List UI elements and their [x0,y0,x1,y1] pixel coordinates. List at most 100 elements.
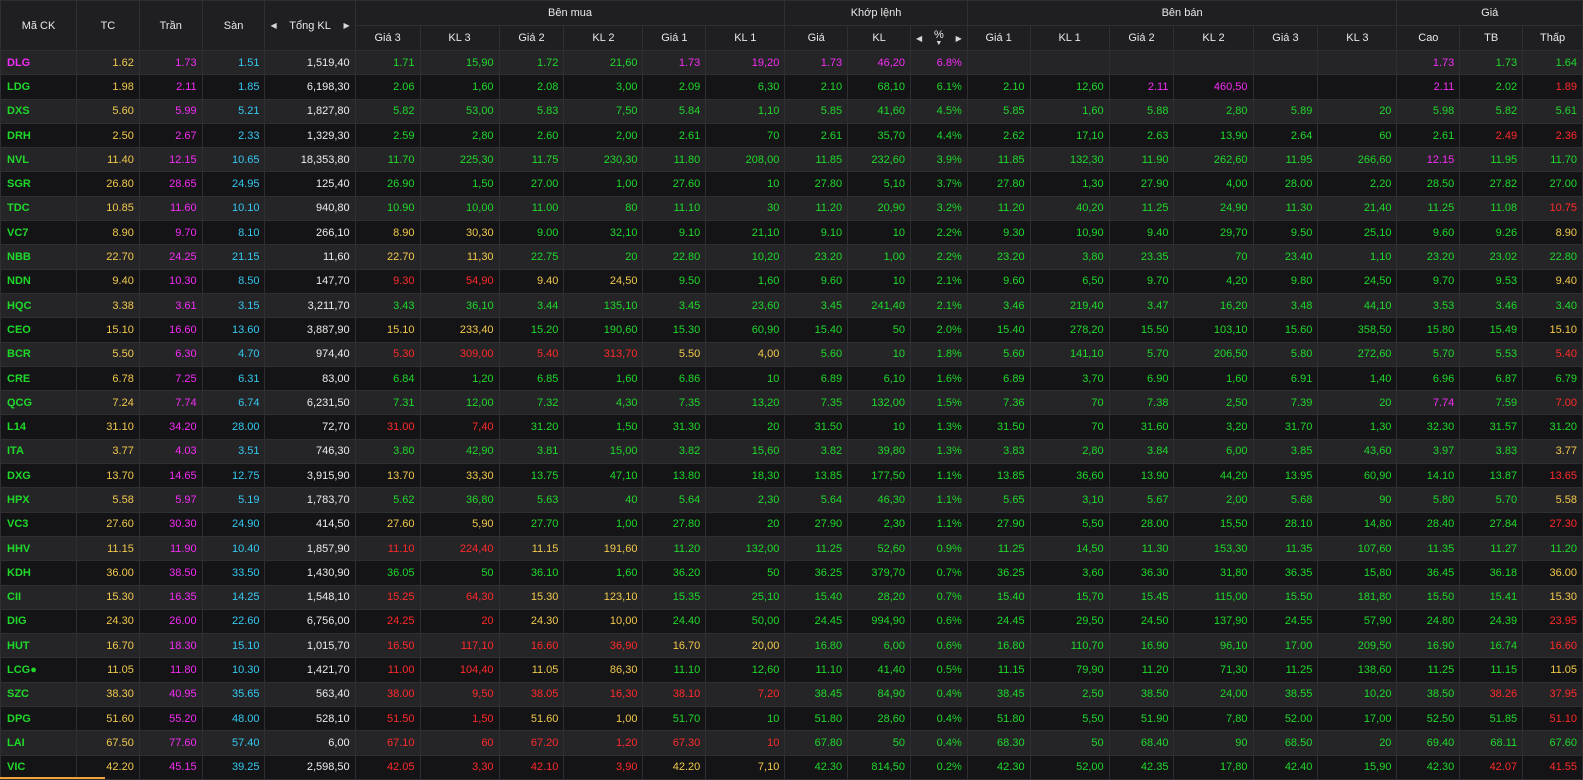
bid-vol-cell: 1,10 [705,98,786,124]
header-ref[interactable]: TC [76,0,140,51]
table-row[interactable]: NDN 9.40 10.30 8.50 147,70 9.30 54,90 9.40 24,50… [0,268,1583,294]
table-row[interactable]: BCR 5.50 6.30 4.70 974,40 5.30 309,00 5.40 313,7… [0,341,1583,367]
table-row[interactable]: ITA 3.77 4.03 3.51 746,30 3.80 42,90 3.81 15,00 3… [0,438,1583,465]
ceil-price-cell: 34.20 [138,414,203,440]
table-row[interactable]: SZC 38.30 40.95 35.65 563,40 38.00 9,50 38.05 16… [0,681,1583,708]
symbol-cell[interactable]: SGR [0,171,77,197]
symbol-cell[interactable]: CEO [0,317,77,343]
ref-price-cell: 67.50 [76,730,140,756]
symbol-cell[interactable]: VC3 [0,511,77,537]
header-buy-4[interactable]: KL 2 [563,25,644,51]
header-price-1[interactable]: Cao [1396,25,1461,51]
symbol-cell[interactable]: NBB [0,244,77,270]
table-row[interactable]: DXG 13.70 14.65 12.75 3,915,90 13.70 33,30 13.7… [0,463,1583,489]
table-row[interactable]: LDG 1.98 2.11 1.85 6,198,30 2.06 1,60 2.08 3,00 2… [0,74,1583,100]
sort-caret-icon[interactable]: ▼ [935,40,942,47]
pct-right-icon[interactable]: ▶ [956,34,962,43]
symbol-cell[interactable]: SZC [0,681,77,708]
pct-left-icon[interactable]: ◀ [916,34,922,43]
header-sell-5[interactable]: Giá 3 [1252,25,1319,51]
table-row[interactable]: CII 15.30 16.35 14.25 1,548,10 15.25 64,30 15.3… [0,584,1583,610]
table-row[interactable]: LAI 67.50 77.60 57.40 6,00 67.10 60 67.20 1,20 67… [0,730,1583,756]
header-symbol[interactable]: Mã CK [0,0,77,51]
symbol-cell[interactable]: DXG [0,463,77,489]
table-row[interactable]: NBB 22.70 24.25 21.15 11,60 22.70 11,30 22.75 20… [0,244,1583,270]
ceil-price-cell: 11.80 [138,657,203,683]
symbol-cell[interactable]: HUT [0,633,77,659]
header-buy-3[interactable]: Giá 2 [498,25,565,51]
symbol-cell[interactable]: DPG [0,706,77,732]
ask-vol-cell: 3,20 [1173,414,1254,440]
table-row[interactable]: HQC 3.38 3.61 3.15 3,211,70 3.43 36,10 3.44 135,… [0,292,1583,319]
ask-price-cell: 11.90 [1108,147,1175,173]
symbol-cell[interactable]: DRH [0,122,77,149]
symbol-cell[interactable]: DLG [0,49,77,76]
symbol-cell[interactable]: QCG [0,390,77,416]
symbol-cell[interactable]: TDC [0,195,77,222]
symbol-cell[interactable]: ITA [0,438,77,465]
table-row[interactable]: VC3 27.60 30.30 24.90 414,50 27.60 5,90 27.70 1,… [0,511,1583,537]
header-buy-6[interactable]: KL 1 [705,25,786,51]
ask-price-cell: 11.25 [1252,657,1319,683]
header-sell-6[interactable]: KL 3 [1317,25,1398,51]
symbol-cell[interactable]: LCG● [0,657,77,683]
symbol-cell[interactable]: DXS [0,98,77,124]
ask-vol-cell: 3,60 [1029,560,1110,586]
table-row[interactable]: LCG● 11.05 11.80 10.30 1,421,70 11.00 104,40 11… [0,657,1583,683]
header-match-pct[interactable]: ◀ % ▼ ▶ [909,25,968,51]
symbol-cell[interactable]: NDN [0,268,77,294]
match-pct-cell: 2.2% [909,220,968,246]
symbol-cell[interactable]: HQC [0,292,77,319]
table-row[interactable]: HUT 16.70 18.30 15.10 1,015,70 16.50 117,10 16.… [0,633,1583,659]
symbol-cell[interactable]: VIC [0,754,77,780]
symbol-cell[interactable]: CII [0,584,77,610]
header-sell-4[interactable]: KL 2 [1173,25,1254,51]
table-row[interactable]: DIG 24.30 26.00 22.60 6,756,00 24.25 20 24.30 10… [0,608,1583,635]
header-sell-3[interactable]: Giá 2 [1108,25,1175,51]
table-row[interactable]: CEO 15.10 16.60 13.60 3,887,90 15.10 233,40 15.… [0,317,1583,343]
table-row[interactable]: NVL 11.40 12.15 10.65 18,353,80 11.70 225,30 11… [0,147,1583,173]
header-sell-1[interactable]: Giá 1 [966,25,1031,51]
header-buy-1[interactable]: Giá 3 [354,25,421,51]
table-row[interactable]: TDC 10.85 11.60 10.10 940,80 10.90 10,00 11.00 8… [0,195,1583,222]
table-row[interactable]: DRH 2.50 2.67 2.33 1,329,30 2.59 2,80 2.60 2,00 2… [0,122,1583,149]
header-match-vol[interactable]: KL [847,25,911,51]
symbol-cell[interactable]: LDG [0,74,77,100]
symbol-cell[interactable]: LAI [0,730,77,756]
header-buy-5[interactable]: Giá 1 [642,25,707,51]
table-row[interactable]: QCG 7.24 7.74 6.74 6,231,50 7.31 12,00 7.32 4,30… [0,390,1583,416]
symbol-cell[interactable]: HPX [0,487,77,513]
header-price-2[interactable]: TB [1459,25,1524,51]
header-floor[interactable]: Sàn [201,0,266,51]
header-price-3[interactable]: Thấp [1522,25,1583,51]
symbol-cell[interactable]: CRE [0,365,77,392]
scroll-left-icon[interactable]: ◀ [270,21,276,30]
table-row[interactable]: HPX 5.58 5.97 5.19 1,783,70 5.62 36,80 5.63 40 5.… [0,487,1583,513]
symbol-cell[interactable]: KDH [0,560,77,586]
symbol-cell[interactable]: L14 [0,414,77,440]
table-row[interactable]: KDH 36.00 38.50 33.50 1,430,90 36.05 50 36.10 1,… [0,560,1583,586]
symbol-cell[interactable]: BCR [0,341,77,367]
header-match-price[interactable]: Giá [784,25,849,51]
header-sell-2[interactable]: KL 1 [1029,25,1110,51]
table-row[interactable]: CRE 6.78 7.25 6.31 83,00 6.84 1,20 6.85 1,60 6.86… [0,365,1583,392]
table-row[interactable]: L14 31.10 34.20 28.00 72,70 31.00 7,40 31.20 1,5… [0,414,1583,440]
table-row[interactable]: SGR 26.80 28.65 24.95 125,40 26.90 1,50 27.00 1,… [0,171,1583,197]
table-row[interactable]: DXS 5.60 5.99 5.21 1,827,80 5.82 53,00 5.83 7,50… [0,98,1583,124]
header-ceil[interactable]: Trần [138,0,203,51]
table-row[interactable]: VIC 42.20 45.15 39.25 2,598,50 42.05 3,30 42.10… [0,754,1583,780]
header-total-vol[interactable]: ◀ Tổng KL ▶ [264,0,356,51]
header-buy-2[interactable]: KL 3 [419,25,500,51]
table-row[interactable]: DPG 51.60 55.20 48.00 528,10 51.50 1,50 51.60 1,… [0,706,1583,732]
ref-price-cell: 3.38 [76,292,140,319]
scroll-right-icon[interactable]: ▶ [344,21,350,30]
symbol-cell[interactable]: NVL [0,147,77,173]
avg-price-cell: 51.85 [1459,706,1524,732]
symbol-cell[interactable]: VC7 [0,220,77,246]
table-row[interactable]: DLG 1.62 1.73 1.51 1,519,40 1.71 15,90 1.72 21,6… [0,49,1583,76]
symbol-cell[interactable]: DIG [0,608,77,635]
symbol-cell[interactable]: HHV [0,535,77,562]
table-row[interactable]: HHV 11.15 11.90 10.40 1,857,90 11.10 224,40 11.… [0,535,1583,562]
table-row[interactable]: VC7 8.90 9.70 8.10 266,10 8.90 30,30 9.00 32,10 9… [0,220,1583,246]
match-price-cell: 5.60 [784,341,849,367]
